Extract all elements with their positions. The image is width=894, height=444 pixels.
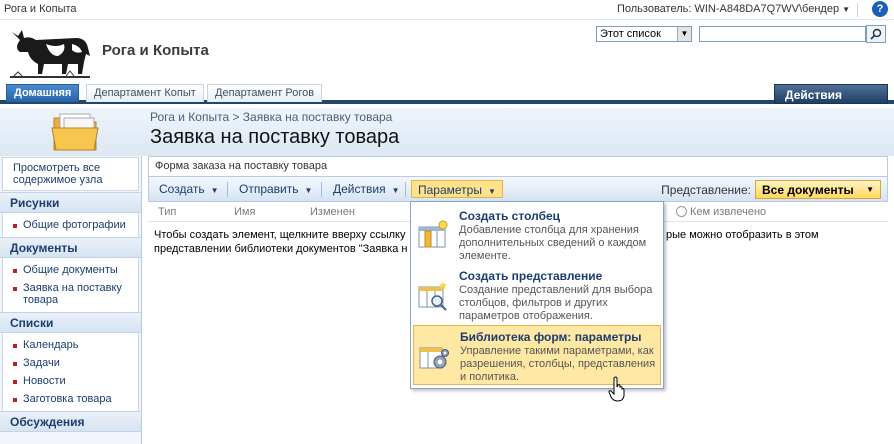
quick-launch: Просмотреть все содержимое узла Рисунки … [0,156,142,444]
top-site-link[interactable]: Рога и Копыта [4,3,77,15]
view-all-content-link[interactable]: Просмотреть все содержимое узла [2,157,139,191]
settings-menu[interactable]: Параметры ▼ [411,180,503,198]
tab-horns-dept[interactable]: Департамент Рогов [207,84,323,102]
top-nav: Домашняя Департамент Копыт Департамент Р… [0,82,894,116]
search-button[interactable] [866,25,886,43]
divider [857,3,858,17]
chevron-down-icon: ▼ [391,186,400,195]
menu-item-title: Создать столбец [459,209,561,223]
column-header-modified[interactable]: Изменен [310,206,355,218]
chevron-down-icon: ▼ [304,186,313,195]
ql-header-documents[interactable]: Документы [0,237,141,258]
divider [321,182,322,197]
chevron-down-icon: ▼ [866,185,874,194]
settings-dropdown: Создать столбец Добавление столбца для х… [410,201,664,389]
top-bar: Рога и Копыта Пользователь: WIN-A848DA7Q… [0,0,894,20]
create-view-icon [418,281,447,311]
empty-message-line: рые можно отобразить в этом [666,229,819,241]
ql-item-news[interactable]: Новости [3,372,138,390]
search-scope-value: Этот список [600,28,661,40]
ql-group-documents: Общие документы Заявка на поставку товар… [2,258,139,312]
empty-message-line: представлении библиотеки документов "Зая… [154,243,408,255]
site-title[interactable]: Рога и Копыта [102,42,209,59]
ql-header-lists[interactable]: Списки [0,312,141,333]
chevron-down-icon: ▼ [677,27,691,41]
ql-item-shared-documents[interactable]: Общие документы [3,261,138,279]
column-header-type[interactable]: Тип [158,206,176,218]
divider [227,182,228,197]
ql-group-pictures: Общие фотографии [2,213,139,237]
breadcrumb[interactable]: Рога и Копыта > Заявка на поставку товар… [150,110,392,124]
ql-header-discussions[interactable]: Обсуждения [0,411,141,432]
menu-item-title: Создать представление [459,269,603,283]
cow-logo[interactable] [6,22,94,82]
upload-menu-label: Отправить [239,182,299,196]
view-selector[interactable]: Все документы ▼ [755,180,881,199]
menu-item-desc: Создание представлений для выбора столбц… [459,284,653,322]
column-header-checked-out-by[interactable]: Кем извлечено [676,206,766,218]
chevron-down-icon: ▼ [842,5,850,14]
actions-menu-label: Действия [333,182,386,196]
search-input[interactable] [699,26,866,42]
column-header-checked-out-by-label: Кем извлечено [690,206,767,218]
chevron-down-icon: ▼ [210,186,219,195]
welcome-menu[interactable]: Пользователь: WIN-A848DA7Q7WV\бендер ▼ [617,3,850,15]
new-menu[interactable]: Создать ▼ [153,180,225,198]
menu-item-create-column[interactable]: Создать столбец Добавление столбца для х… [413,205,661,265]
ql-item-tasks[interactable]: Задачи [3,354,138,372]
radio-icon [676,206,687,217]
hand-cursor-icon [608,376,625,402]
upload-menu[interactable]: Отправить ▼ [233,180,318,198]
tab-hooves-dept[interactable]: Департамент Копыт [86,84,204,102]
list-toolbar: Создать ▼ Отправить ▼ Действия ▼ Параметры ▼… [148,176,888,202]
actions-menu[interactable]: Действия ▼ [327,180,406,198]
ql-header-pictures[interactable]: Рисунки [0,192,141,213]
view-selector-value: Все документы [762,183,854,197]
add-column-icon [418,220,448,248]
menu-item-title: Библиотека форм: параметры [460,330,642,344]
new-menu-label: Создать [159,182,205,196]
ql-item-shared-photos[interactable]: Общие фотографии [3,216,138,234]
view-label: Представление: [661,183,751,197]
column-header-name[interactable]: Имя [234,206,255,218]
ql-item-supply-request[interactable]: Заявка на поставку товара [3,279,138,309]
tab-home[interactable]: Домашняя [6,84,80,102]
site-header: Рога и Копыта Этот список ▼ [0,20,894,82]
help-icon[interactable]: ? [872,1,888,17]
ql-item-goods-prep[interactable]: Заготовка товара [3,390,138,408]
folder-icon [51,113,99,151]
menu-item-create-view[interactable]: Создать представление Создание представл… [413,265,661,325]
page-title: Заявка на поставку товара [150,126,400,148]
settings-menu-label: Параметры [418,183,482,197]
site-actions-menu[interactable]: Действия узла▼ [774,84,888,116]
ql-group-lists: Календарь Задачи Новости Заготовка товар… [2,333,139,411]
title-area: Рога и Копыта > Заявка на поставку товар… [0,108,894,156]
empty-message-line: Чтобы создать элемент, щелкните вверху с… [154,229,406,241]
chevron-down-icon: ▼ [487,187,496,196]
divider [405,182,406,197]
ql-item-calendar[interactable]: Календарь [3,336,138,354]
menu-item-desc: Добавление столбца для хранения дополнит… [459,224,647,262]
welcome-text: Пользователь: WIN-A848DA7Q7WV\бендер [616,3,840,15]
search-icon [870,28,882,40]
list-description: Форма заказа на поставку товара [148,156,888,176]
library-settings-icon [419,347,449,369]
search-scope-select[interactable]: Этот список ▼ [596,26,692,42]
